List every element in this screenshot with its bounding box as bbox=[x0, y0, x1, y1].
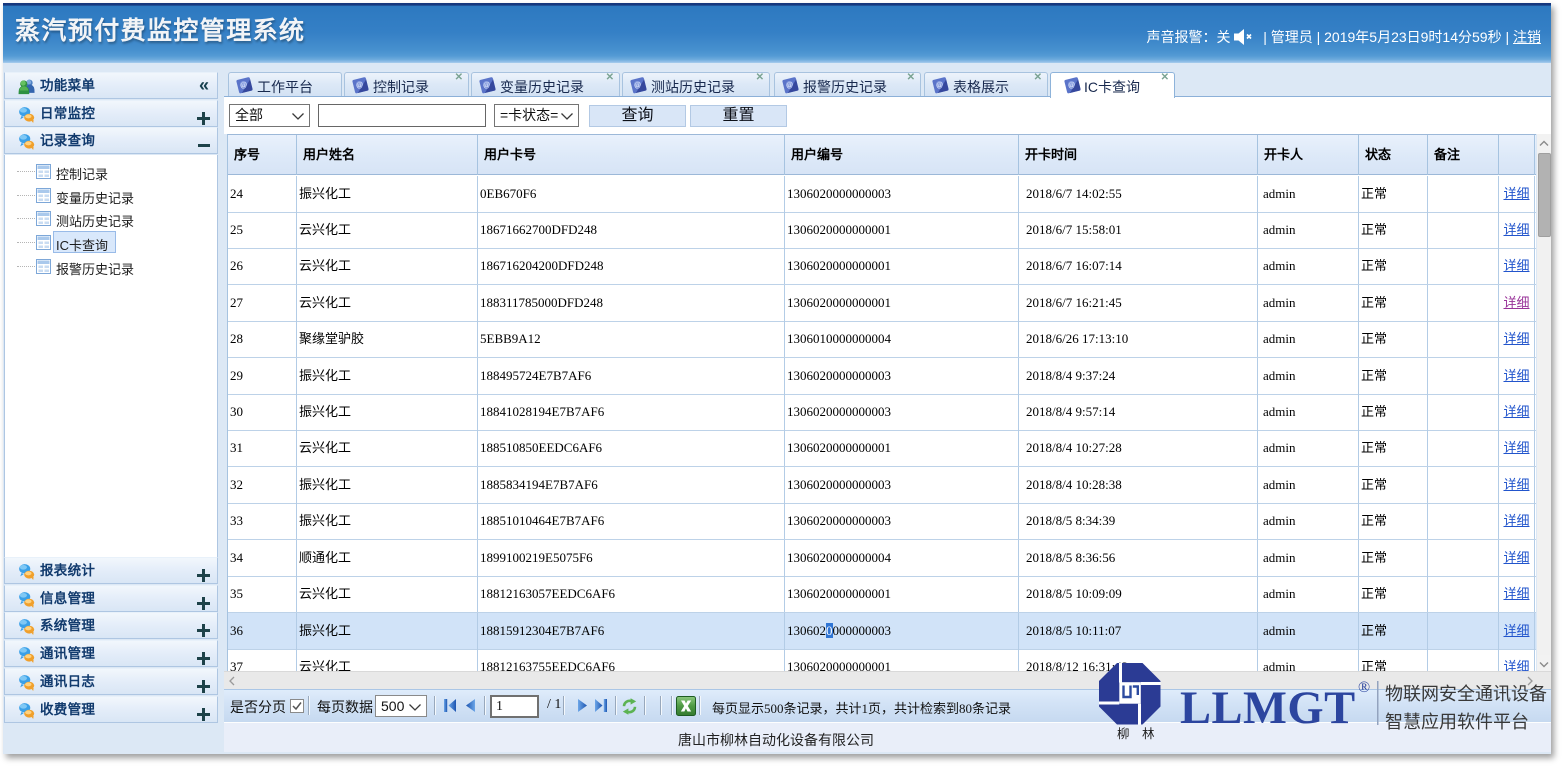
svg-text:®: ® bbox=[1358, 679, 1370, 696]
svg-text:LLMGT: LLMGT bbox=[1180, 683, 1356, 734]
svg-text:智慧应用软件平台: 智慧应用软件平台 bbox=[1385, 712, 1529, 732]
svg-text:物联网安全通讯设备: 物联网安全通讯设备 bbox=[1385, 684, 1547, 704]
svg-text:柳 林: 柳 林 bbox=[1117, 727, 1155, 741]
